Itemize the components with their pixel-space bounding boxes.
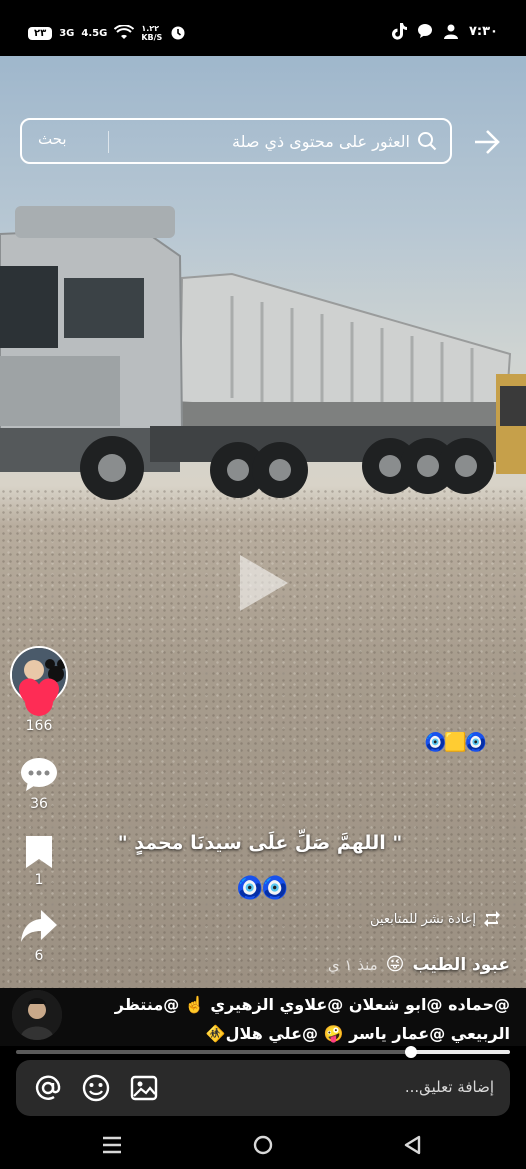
- mention-icon[interactable]: [32, 1072, 64, 1104]
- search-button[interactable]: بحث: [38, 130, 67, 148]
- back-arrow-icon[interactable]: [472, 128, 502, 156]
- search-input[interactable]: العثور على محتوى ذي صلة: [232, 132, 410, 151]
- video-caption: " اللهمَّ صَلِّ علَى سيدنَا محمدٍ ": [117, 832, 403, 854]
- description-avatar[interactable]: [12, 990, 62, 1040]
- comment-placeholder[interactable]: إضافة تعليق...: [405, 1078, 494, 1096]
- author-emoji: 😜: [385, 954, 405, 975]
- battery-level: ٢٣: [28, 26, 53, 40]
- image-icon[interactable]: [128, 1072, 160, 1104]
- alarm-icon: [171, 26, 185, 40]
- chat-icon: [417, 24, 432, 38]
- comment-input[interactable]: إضافة تعليق...: [16, 1060, 510, 1116]
- eyes-emoji-small: 🧿🟨🧿: [424, 732, 487, 753]
- description-avatar-image: [12, 990, 62, 1040]
- recents-menu-icon[interactable]: [99, 1132, 125, 1158]
- share-button[interactable]: 6: [12, 908, 66, 964]
- progress-fill: [411, 1050, 510, 1054]
- network-speed: ١.٢٢ KB/S: [141, 24, 163, 42]
- wifi-icon: [114, 25, 135, 39]
- bookmark-icon: [26, 836, 52, 868]
- share-count: 6: [34, 948, 44, 964]
- comment-count: 36: [30, 796, 48, 812]
- author-row[interactable]: عبود الطيب 😜 منذ ١ ي: [328, 954, 510, 975]
- post-date: منذ ١ ي: [327, 955, 378, 974]
- comment-button[interactable]: 36: [12, 756, 66, 812]
- play-icon[interactable]: [236, 553, 290, 613]
- clock: ٧:٣٠: [468, 23, 498, 39]
- repost-button[interactable]: إعادة نشر للمتابعين: [370, 910, 502, 928]
- comment-icon: [21, 758, 57, 791]
- emoji-icon[interactable]: [80, 1072, 112, 1104]
- heart-icon: [19, 678, 59, 714]
- search-divider: [108, 131, 109, 153]
- description-line-1: @حماده @ابو شعلان @علاوي الزهيري ☝️ @منت…: [114, 995, 510, 1014]
- eyes-emoji-large: 🧿🧿: [236, 876, 289, 901]
- like-count: 166: [25, 718, 53, 734]
- search-bar[interactable]: العثور على محتوى ذي صلة بحث: [20, 118, 452, 164]
- home-circle-icon[interactable]: [250, 1132, 276, 1158]
- share-icon: [21, 910, 57, 942]
- description-line-2: الربيعي @عمار ياسر 🤪 @علي هلال🚸: [205, 1024, 510, 1043]
- bookmark-count: 1: [34, 872, 44, 888]
- status-right: ٧:٣٠: [391, 22, 498, 40]
- video-progress-bar[interactable]: [16, 1046, 510, 1058]
- video-description: @حماده @ابو شعلان @علاوي الزهيري ☝️ @منت…: [70, 990, 510, 1048]
- video-player[interactable]: العثور على محتوى ذي صلة بحث + 166 36: [0, 56, 526, 988]
- status-bar: ٢٣ 3G 4.5G ١.٢٢ KB/S ٧:٣٠: [0, 0, 526, 56]
- repost-label: إعادة نشر للمتابعين: [370, 911, 476, 927]
- search-icon: [418, 132, 437, 151]
- bookmark-button[interactable]: 1: [12, 834, 66, 888]
- author-name[interactable]: عبود الطيب: [412, 955, 510, 975]
- system-nav-bar: [0, 1122, 526, 1169]
- person-icon: [443, 24, 458, 39]
- network-type-1: 3G: [59, 27, 75, 39]
- network-type-2: 4.5G: [81, 27, 108, 39]
- progress-handle[interactable]: [405, 1046, 417, 1058]
- back-triangle-icon[interactable]: [400, 1132, 426, 1158]
- tiktok-icon: [391, 23, 407, 40]
- like-button[interactable]: 166: [12, 678, 66, 734]
- repost-icon: [484, 911, 500, 927]
- status-left: ٢٣ 3G 4.5G ١.٢٢ KB/S: [28, 24, 186, 42]
